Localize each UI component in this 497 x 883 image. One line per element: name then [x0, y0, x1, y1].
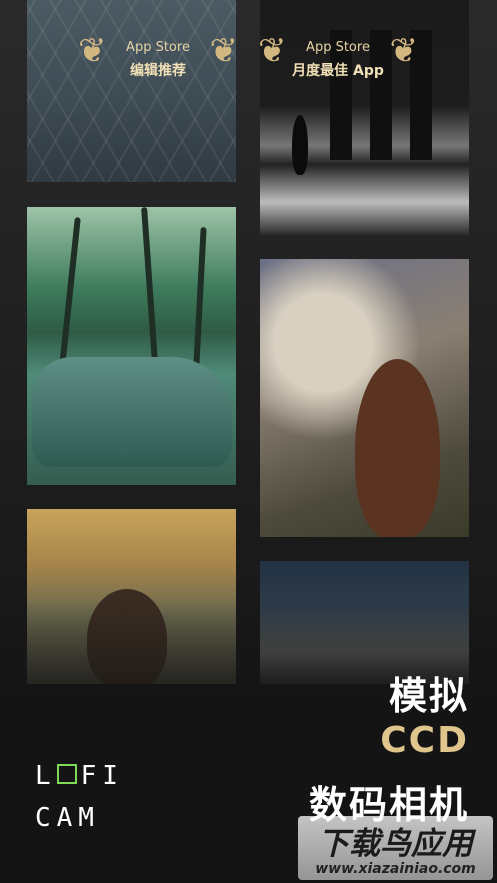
app-logo: L FI CAM — [35, 755, 124, 839]
logo-letter: L — [35, 761, 57, 791]
watermark: 下载鸟应用 www.xiazainiao.com — [298, 816, 493, 880]
logo-row-2: CAM — [35, 803, 100, 833]
watermark-brand: 下载鸟应用 — [318, 826, 473, 862]
palm-trunk — [59, 217, 81, 367]
award-badge-editors-choice: ❦ App Store 编辑推荐 ❦ — [78, 30, 238, 85]
palm-trunk — [141, 207, 159, 378]
palm-trunk — [193, 226, 207, 368]
laurel-right-icon: ❦ — [209, 31, 239, 71]
focus-frame-icon — [56, 763, 77, 784]
photo-convertible-palms — [27, 207, 236, 485]
woman-silhouette — [355, 359, 440, 537]
watermark-url: www.xiazainiao.com — [315, 861, 476, 877]
photo-blossom-portrait — [260, 259, 469, 537]
headline-line-1: 模拟 — [388, 674, 469, 718]
logo-letters: FI — [80, 761, 124, 791]
award-badge-app-of-month: ❦ App Store 月度最佳 App ❦ — [258, 30, 418, 85]
headline-line-2: CCD — [380, 720, 469, 761]
photo-building-glass — [27, 0, 236, 182]
logo-row-1: L FI — [35, 755, 124, 797]
walking-person — [292, 115, 308, 175]
laurel-right-icon: ❦ — [389, 31, 419, 71]
car-shape — [32, 357, 232, 467]
